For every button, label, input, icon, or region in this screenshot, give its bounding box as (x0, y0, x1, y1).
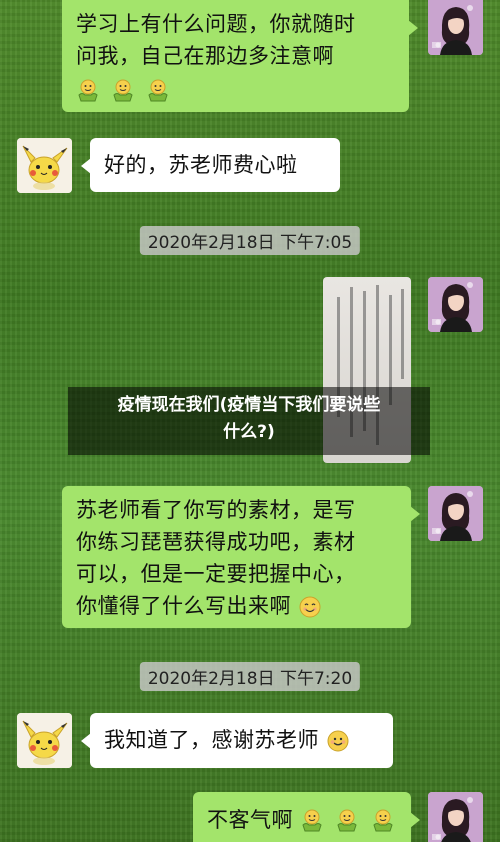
strong-emoji-icon (146, 79, 170, 103)
strong-emoji-icon (111, 79, 135, 103)
article-title-overlay: 疫情现在我们(疫情当下我们要说些 什么?) (68, 387, 430, 455)
teacher-avatar[interactable] (428, 0, 483, 55)
strong-emoji-icon (300, 809, 324, 833)
message-bubble-sent[interactable]: 不客气啊 (193, 792, 420, 842)
teacher-avatar[interactable] (428, 277, 483, 332)
timestamp: 2020年2月18日 下午7:05 (139, 226, 361, 255)
message-bubble-received[interactable]: 好的，苏老师费心啦 (81, 138, 340, 192)
message-text: 不客气啊 (207, 808, 293, 832)
message-text: 你懂得了什么写出来啊 (76, 594, 291, 618)
woman-portrait-avatar-icon (428, 792, 483, 842)
woman-portrait-avatar-icon (428, 277, 483, 332)
teacher-avatar[interactable] (428, 792, 483, 842)
message-text: 苏老师看了你写的素材，是写 (76, 498, 356, 522)
strong-emoji-icon (76, 79, 100, 103)
message-text: 我知道了，感谢苏老师 (104, 728, 319, 752)
message-text: 学习上有什么问题，你就随时 (76, 12, 356, 36)
message-text: 你练习琵琶获得成功吧，素材 (76, 530, 356, 554)
smile-emoji-icon (298, 595, 322, 619)
woman-portrait-avatar-icon (428, 0, 483, 55)
teacher-avatar[interactable] (428, 486, 483, 541)
strong-emoji-icon (335, 809, 359, 833)
pikachu-avatar-icon (17, 138, 72, 193)
pikachu-avatar-icon (17, 713, 72, 768)
student-avatar[interactable] (17, 138, 72, 193)
overlay-title-line: 什么?) (223, 422, 275, 442)
overlay-title-line: 疫情现在我们(疫情当下我们要说些 (117, 395, 381, 415)
message-bubble-received[interactable]: 我知道了，感谢苏老师 (81, 713, 393, 768)
message-bubble-sent[interactable]: 学习上有什么问题，你就随时 问我，自己在那边多注意啊 (62, 0, 418, 112)
message-text: 好的，苏老师费心啦 (104, 153, 298, 177)
message-text: 问我，自己在那边多注意啊 (76, 44, 334, 68)
message-bubble-sent[interactable]: 苏老师看了你写的素材，是写 你练习琵琶获得成功吧，素材 可以，但是一定要把握中心… (62, 486, 420, 628)
strong-emoji-icon (371, 809, 395, 833)
woman-portrait-avatar-icon (428, 486, 483, 541)
timestamp: 2020年2月18日 下午7:20 (139, 662, 361, 691)
student-avatar[interactable] (17, 713, 72, 768)
blush-emoji-icon (326, 729, 350, 753)
message-text: 可以，但是一定要把握中心， (76, 562, 356, 586)
